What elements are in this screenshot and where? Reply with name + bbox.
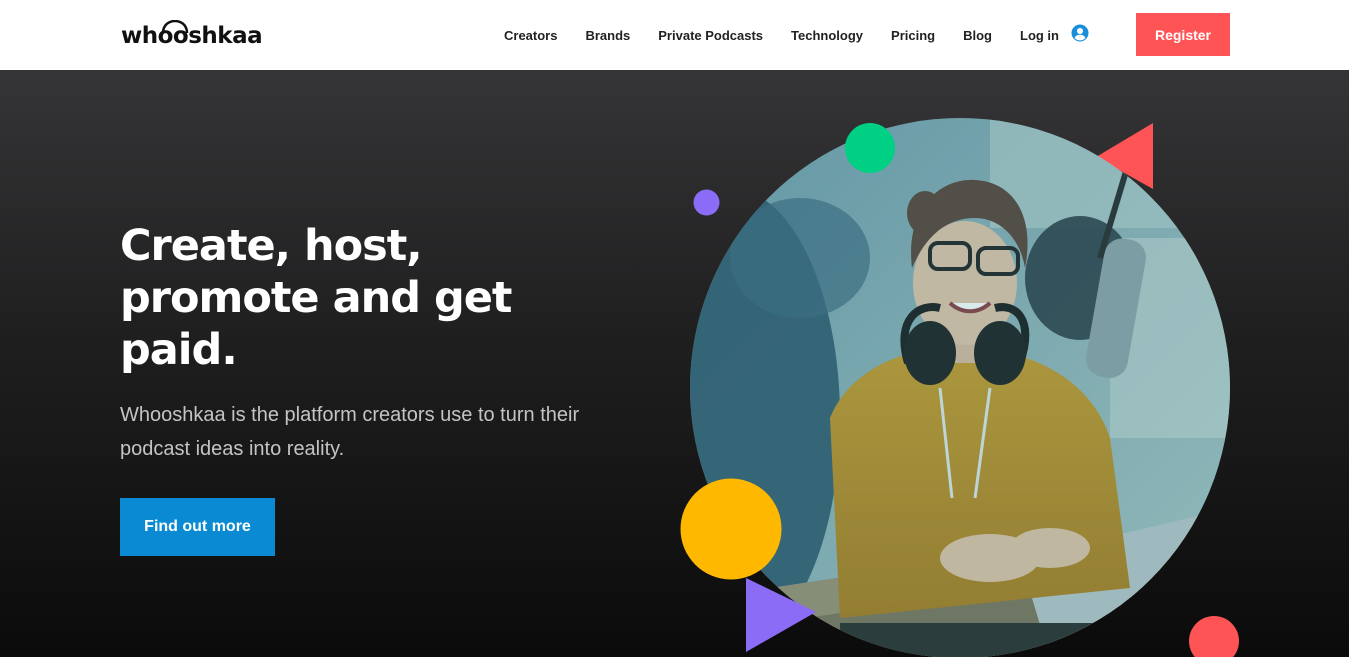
headphones-icon: [161, 20, 189, 34]
nav-blog[interactable]: Blog: [963, 28, 992, 43]
hero-headline: Create, host, promote and get paid.: [120, 221, 512, 375]
user-circle-icon[interactable]: [1071, 24, 1089, 42]
hero-section: Create, host, promote and get paid. Whoo…: [0, 70, 1349, 657]
yellow-circle-shape: [680, 478, 782, 580]
nav-technology[interactable]: Technology: [791, 28, 863, 43]
logo[interactable]: whooshkaa: [121, 20, 263, 52]
site-header: whooshkaa Creators Brands Private Podcas…: [0, 0, 1349, 70]
nav-creators[interactable]: Creators: [504, 28, 557, 43]
register-button[interactable]: Register: [1136, 13, 1230, 56]
green-circle-shape: [845, 123, 895, 173]
find-out-more-button[interactable]: Find out more: [120, 498, 275, 556]
login-link[interactable]: Log in: [1020, 24, 1089, 43]
hero-subtext: Whooshkaa is the platform creators use t…: [120, 404, 580, 460]
purple-dot-shape: [693, 189, 720, 216]
main-nav: Creators Brands Private Podcasts Technol…: [504, 0, 1089, 70]
nav-brands[interactable]: Brands: [585, 28, 630, 43]
nav-private-podcasts[interactable]: Private Podcasts: [658, 28, 763, 43]
purple-triangle-shape: [746, 578, 816, 652]
logo-text: whooshkaa: [121, 23, 263, 49]
red-circle-shape: [1189, 616, 1239, 657]
login-label[interactable]: Log in: [1020, 28, 1059, 43]
nav-pricing[interactable]: Pricing: [891, 28, 935, 43]
